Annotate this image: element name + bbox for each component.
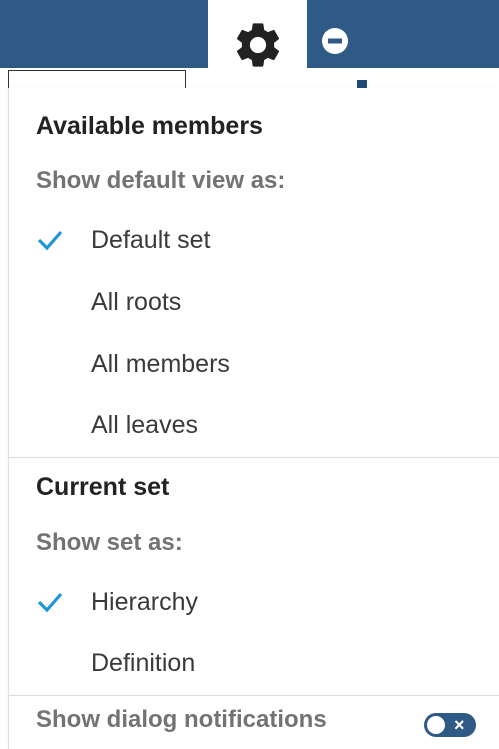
collapse-button[interactable] [320, 26, 350, 56]
minus-circle-icon [322, 28, 348, 54]
current-set-title: Current set [36, 473, 170, 501]
checkmark-icon [37, 592, 63, 613]
option-all-roots[interactable]: All roots [9, 275, 499, 329]
option-label: Hierarchy [91, 587, 198, 616]
settings-menu: Available members Show default view as: … [8, 88, 499, 749]
option-hierarchy[interactable]: Hierarchy [9, 575, 499, 629]
gear-icon [236, 23, 279, 67]
notifications-row: Show dialog notifications × [9, 696, 499, 746]
option-all-leaves[interactable]: All leaves [9, 398, 499, 452]
show-set-subheading: Show set as: [36, 529, 183, 556]
close-icon: × [454, 715, 465, 735]
notifications-toggle[interactable]: × [424, 713, 476, 737]
available-members-title: Available members [36, 112, 263, 140]
option-all-members[interactable]: All members [9, 337, 499, 391]
option-label: All members [91, 349, 230, 378]
option-label: Default set [91, 225, 211, 254]
default-view-subheading: Show default view as: [36, 167, 286, 194]
settings-button[interactable] [208, 0, 307, 90]
option-label: All leaves [91, 410, 198, 439]
notifications-label: Show dialog notifications [36, 706, 327, 733]
option-label: All roots [91, 287, 182, 316]
toggle-knob [427, 716, 445, 734]
screen: Available members Show default view as: … [0, 0, 499, 749]
option-label: Definition [91, 648, 196, 677]
checkmark-icon [37, 230, 63, 251]
option-definition[interactable]: Definition [9, 636, 499, 690]
section-divider [9, 457, 499, 458]
option-default-set[interactable]: Default set [9, 213, 499, 267]
header-bar-left [0, 0, 208, 68]
